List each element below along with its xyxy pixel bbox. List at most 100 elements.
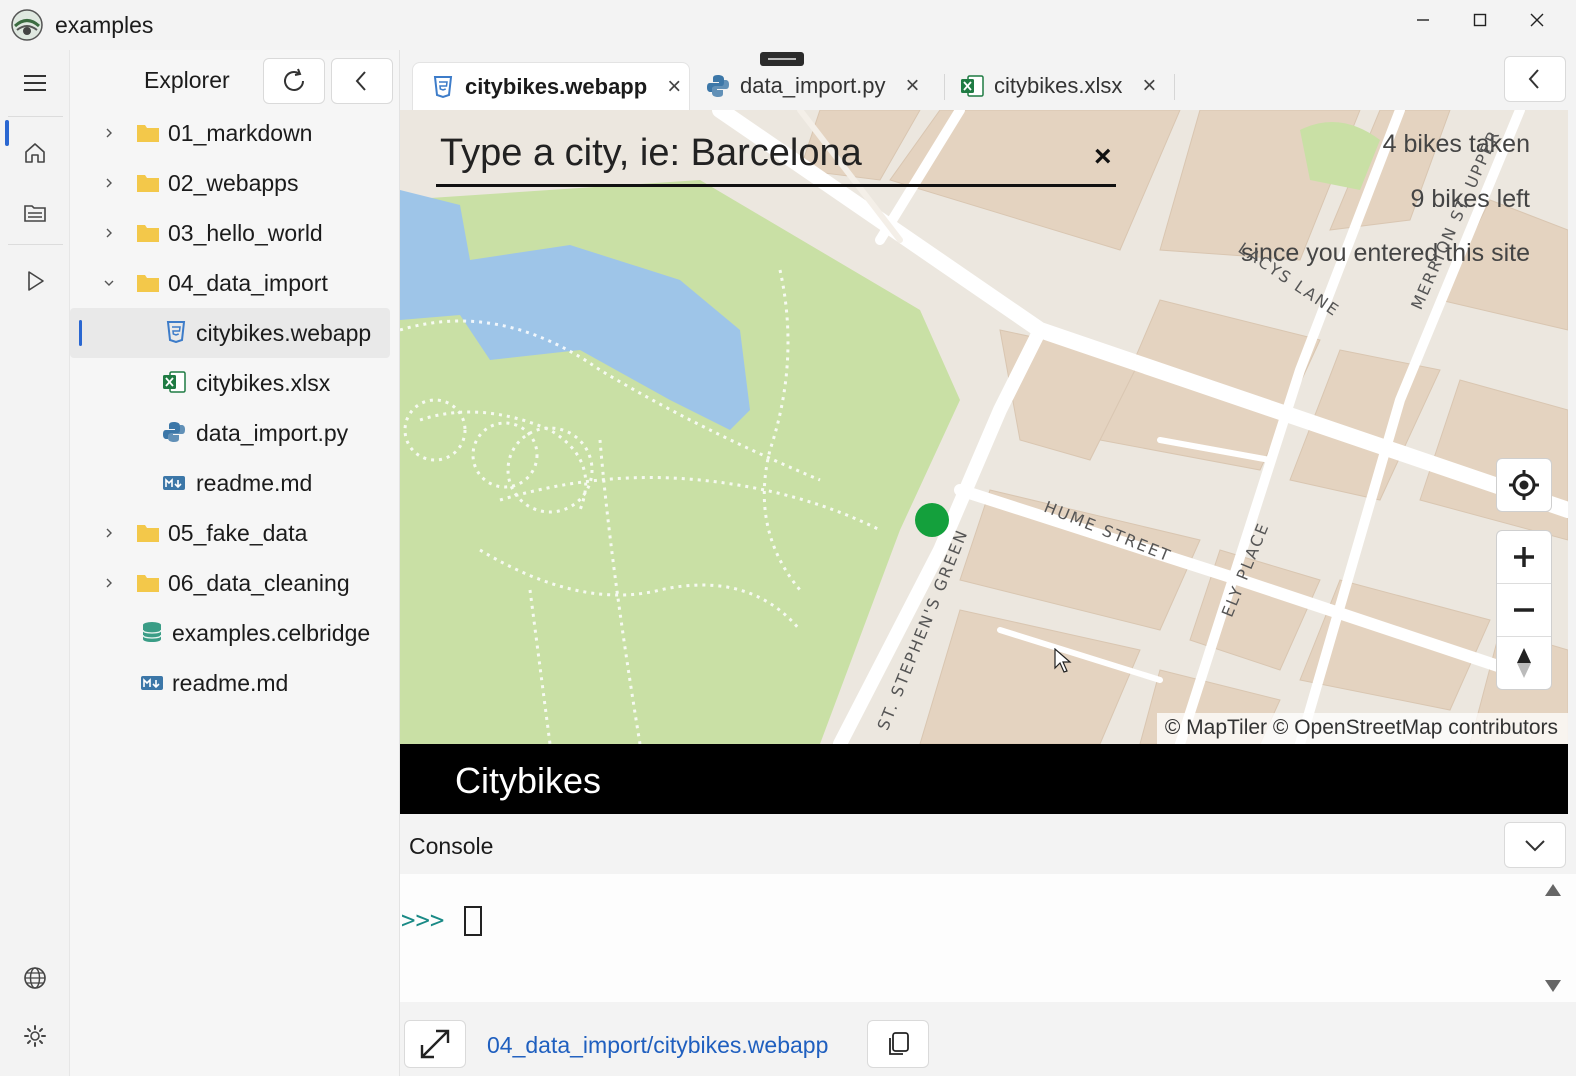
tab-close-button[interactable]: × [667,73,681,101]
mouse-cursor-icon [1054,648,1072,673]
collapse-explorer-button[interactable] [331,58,393,104]
copy-icon [889,1032,909,1055]
chevron-right-icon [106,228,112,238]
search-underline [436,184,1116,187]
tab-label: data_import.py [740,73,886,98]
tab-label: citybikes.xlsx [994,73,1123,98]
run-button[interactable] [0,256,70,306]
chevron-left-icon [355,71,366,91]
tree-label: 05_fake_data [168,519,308,546]
tree-file-readme-md-root[interactable]: readme.md [70,658,400,708]
maximize-icon [1473,13,1487,27]
python-icon [163,422,185,442]
tab-close-button[interactable]: × [1142,72,1156,100]
settings-button[interactable] [0,1011,70,1061]
excel-icon [163,371,186,393]
database-icon [142,622,162,642]
tree-label: readme.md [172,669,289,696]
since-entered-label: since you entered this site [1240,239,1530,267]
expand-button[interactable] [404,1020,466,1068]
explorer-panel: Explorer 01_markdown 02_webapps 03_hello… [70,50,400,1076]
tree-folder-04-data-import[interactable]: 04_data_import [70,258,400,308]
tab-data-import-py[interactable]: data_import.py × [706,62,920,110]
menu-icon [24,75,46,91]
maximize-button[interactable] [1452,0,1508,40]
tab-citybikes-webapp[interactable]: citybikes.webapp × [412,62,690,110]
tree-label: readme.md [196,469,313,496]
explorer-title: Explorer [144,67,230,93]
tab-close-button[interactable]: × [906,72,920,100]
folder-icon [137,125,159,142]
compass-button[interactable] [1497,637,1551,689]
clear-search-button[interactable]: × [1094,140,1112,174]
console-prompt: >>> [401,906,445,934]
chevron-down-icon [104,280,114,286]
status-bar: 04_data_import/citybikes.webapp [400,1002,1576,1076]
zoom-out-button[interactable] [1497,584,1551,636]
tree-file-citybikes-xlsx[interactable]: citybikes.xlsx [70,358,400,408]
tree-label: 01_markdown [168,119,313,146]
webapp-footer: Citybikes [400,744,1568,814]
tree-label: 04_data_import [168,269,328,296]
tree-file-readme-md[interactable]: readme.md [70,458,400,508]
current-file-path[interactable]: 04_data_import/citybikes.webapp [487,1032,828,1059]
tree-file-data-import-py[interactable]: data_import.py [70,408,400,458]
tree-file-examples-celbridge[interactable]: examples.celbridge [70,608,400,658]
folder-icon [137,225,159,242]
map-base [400,110,1568,744]
folder-icon [137,525,159,542]
tab-citybikes-xlsx[interactable]: citybikes.xlsx × [960,62,1156,110]
minimize-button[interactable] [1395,0,1451,40]
console-title: Console [409,833,494,859]
scroll-down-arrow-icon[interactable] [1545,980,1561,992]
refresh-button[interactable] [263,58,325,104]
tree-folder-02-webapps[interactable]: 02_webapps [70,158,400,208]
close-icon [1530,13,1544,27]
home-icon [25,143,45,163]
menu-button[interactable] [0,58,70,108]
tree-folder-05-fake-data[interactable]: 05_fake_data [70,508,400,558]
tree-folder-01-markdown[interactable]: 01_markdown [70,108,400,158]
folder-icon [137,175,159,192]
locate-control [1496,458,1552,512]
map-view[interactable]: Type a city, ie: Barcelona × 4 bikes tak… [400,110,1568,744]
console-output[interactable]: >>> [400,874,1576,1002]
folder-icon [137,575,159,592]
webapp-icon [433,75,453,98]
files-icon [24,205,46,222]
tab-separator [944,74,945,100]
app-logo-icon [11,9,43,41]
compass-icon [1517,648,1531,678]
webapp-icon [166,321,186,343]
folder-icon [137,275,159,292]
tree-folder-03-hello-world[interactable]: 03_hello_world [70,208,400,258]
console-input[interactable] [464,906,482,936]
bike-station-marker[interactable] [915,503,949,537]
console-toggle-button[interactable] [1504,822,1566,868]
editor-tab-bar: citybikes.webapp × data_import.py × city… [400,50,1576,110]
locate-icon [1509,470,1539,500]
locate-button[interactable] [1497,459,1551,511]
collapse-panel-button[interactable] [1504,56,1566,102]
tree-folder-06-data-cleaning[interactable]: 06_data_cleaning [70,558,400,608]
zoom-in-button[interactable] [1497,531,1551,583]
markdown-icon [141,676,163,690]
files-button[interactable] [0,188,70,238]
chevron-right-icon [106,128,112,138]
tree-label: 02_webapps [168,169,299,196]
scroll-up-arrow-icon[interactable] [1545,884,1561,896]
tree-file-citybikes-webapp[interactable]: citybikes.webapp [70,308,390,358]
markdown-icon [163,476,185,490]
close-window-button[interactable] [1509,0,1565,40]
chevron-right-icon [106,178,112,188]
globe-button[interactable] [0,953,70,1003]
copy-path-button[interactable] [867,1020,929,1068]
map-attribution[interactable]: © MapTiler © OpenStreetMap contributors [1156,713,1568,744]
home-button[interactable] [0,128,70,178]
minimize-icon [1417,19,1429,21]
webapp-title: Citybikes [455,760,602,801]
divider [8,116,63,117]
console-header: Console [400,814,1576,874]
city-search-input[interactable]: Type a city, ie: Barcelona [440,132,862,175]
tab-separator [1174,74,1175,100]
